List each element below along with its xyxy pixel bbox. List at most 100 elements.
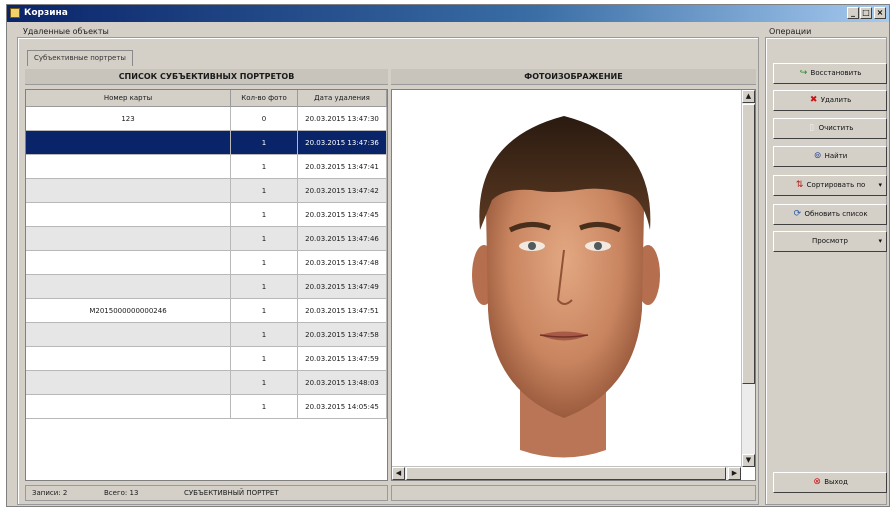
total-count: Всего: 13 xyxy=(104,489,139,497)
table-cell-card xyxy=(26,227,231,250)
table-row[interactable]: 1 20.03.2015 13:47:42 xyxy=(26,179,387,203)
column-header-card-number[interactable]: Номер карты xyxy=(26,90,231,107)
find-button[interactable]: ⊚ Найти xyxy=(773,146,887,167)
tab-subjective-portraits[interactable]: Субъективные портреты xyxy=(27,50,133,66)
table-row[interactable]: 1 20.03.2015 13:48:03 xyxy=(26,371,387,395)
operations-label: Операции xyxy=(769,27,812,36)
table-row[interactable]: 1 20.03.2015 13:47:49 xyxy=(26,275,387,299)
table-cell-count: 1 xyxy=(231,251,298,274)
refresh-list-button[interactable]: ⟳ Обновить список xyxy=(773,204,887,225)
vertical-scroll-thumb[interactable] xyxy=(742,104,755,384)
table-cell-date: 20.03.2015 13:47:41 xyxy=(298,155,387,178)
delete-button[interactable]: ✖ Удалить xyxy=(773,90,887,111)
table-row[interactable]: 1 20.03.2015 13:47:45 xyxy=(26,203,387,227)
object-type: СУБЪЕКТИВНЫЙ ПОРТРЕТ xyxy=(184,489,279,497)
table-cell-count: 1 xyxy=(231,371,298,394)
refresh-icon: ⟳ xyxy=(793,209,802,219)
table-cell-date: 20.03.2015 13:47:48 xyxy=(298,251,387,274)
view-label: Просмотр xyxy=(812,237,848,245)
scroll-left-icon[interactable]: ◀ xyxy=(392,467,405,480)
table-cell-card xyxy=(26,323,231,346)
photo-horizontal-scrollbar[interactable]: ◀ ▶ xyxy=(392,466,741,480)
records-count: Записи: 2 xyxy=(32,489,68,497)
table-cell-date: 20.03.2015 13:47:46 xyxy=(298,227,387,250)
list-panel-title: СПИСОК СУБЪЕКТИВНЫХ ПОРТРЕТОВ xyxy=(25,69,388,85)
table-cell-date: 20.03.2015 13:47:45 xyxy=(298,203,387,226)
table-cell-count: 1 xyxy=(231,131,298,154)
deleted-objects-label: Удаленные объекты xyxy=(23,27,109,36)
table-cell-count: 0 xyxy=(231,107,298,130)
table-cell-count: 1 xyxy=(231,203,298,226)
sort-button[interactable]: ⇅ Сортировать по ▾ xyxy=(773,175,887,196)
table-cell-date: 20.03.2015 13:47:36 xyxy=(298,131,387,154)
table-cell-date: 20.03.2015 13:47:51 xyxy=(298,299,387,322)
restore-label: Восстановить xyxy=(810,69,862,77)
maximize-button[interactable]: □ xyxy=(860,7,872,19)
exit-icon: ⊗ xyxy=(813,477,821,487)
minimize-button[interactable]: _ xyxy=(847,7,859,19)
clear-button[interactable]: ▯ Очистить xyxy=(773,118,887,139)
delete-label: Удалить xyxy=(820,96,852,104)
table-row[interactable]: 123 0 20.03.2015 13:47:30 xyxy=(26,107,387,131)
table-cell-count: 1 xyxy=(231,155,298,178)
exit-label: Выход xyxy=(824,478,848,486)
face-portrait-image xyxy=(472,116,660,458)
binoculars-icon: ⊚ xyxy=(813,151,822,161)
table-row[interactable]: 1 20.03.2015 13:47:48 xyxy=(26,251,387,275)
table-row[interactable]: 1 20.03.2015 13:47:41 xyxy=(26,155,387,179)
find-label: Найти xyxy=(824,152,848,160)
table-cell-count: 1 xyxy=(231,347,298,370)
table-cell-count: 1 xyxy=(231,179,298,202)
table-cell-date: 20.03.2015 13:48:03 xyxy=(298,371,387,394)
column-header-photo-count[interactable]: Кол-во фото xyxy=(231,90,298,107)
table-cell-card xyxy=(26,395,231,418)
close-button[interactable]: × xyxy=(874,7,886,19)
table-cell-card xyxy=(26,131,231,154)
view-dropdown-icon: ▾ xyxy=(878,237,882,245)
table-cell-card xyxy=(26,251,231,274)
scroll-right-icon[interactable]: ▶ xyxy=(728,467,741,480)
table-row[interactable]: М2015000000000246 1 20.03.2015 13:47:51 xyxy=(26,299,387,323)
table-row[interactable]: 1 20.03.2015 13:47:59 xyxy=(26,347,387,371)
table-cell-count: 1 xyxy=(231,395,298,418)
table-cell-card xyxy=(26,203,231,226)
photo-viewer: ▲ ▼ ◀ ▶ xyxy=(391,89,756,481)
trash-window: Корзина _ □ × Удаленные объекты Субъекти… xyxy=(6,4,890,507)
trash-app-icon xyxy=(10,8,20,18)
scroll-down-icon[interactable]: ▼ xyxy=(742,454,755,467)
view-button[interactable]: Просмотр ▾ xyxy=(773,231,887,252)
table-cell-count: 1 xyxy=(231,275,298,298)
photo-vertical-scrollbar[interactable]: ▲ ▼ xyxy=(741,90,755,467)
refresh-label: Обновить список xyxy=(804,210,868,218)
table-row[interactable]: 1 20.03.2015 13:47:36 xyxy=(26,131,387,155)
column-header-delete-date[interactable]: Дата удаления xyxy=(298,90,387,107)
restore-button[interactable]: ↪ Восстановить xyxy=(773,63,887,84)
scroll-up-icon[interactable]: ▲ xyxy=(742,90,755,103)
horizontal-scroll-thumb[interactable] xyxy=(406,467,726,480)
table-cell-count: 1 xyxy=(231,227,298,250)
table-cell-card xyxy=(26,179,231,202)
table-row[interactable]: 1 20.03.2015 13:47:46 xyxy=(26,227,387,251)
photo-status-bar xyxy=(391,485,756,501)
table-cell-card: М2015000000000246 xyxy=(26,299,231,322)
table-cell-card xyxy=(26,371,231,394)
window-title: Корзина xyxy=(24,8,68,18)
table-cell-date: 20.03.2015 13:47:58 xyxy=(298,323,387,346)
table-cell-date: 20.03.2015 13:47:42 xyxy=(298,179,387,202)
portrait-list[interactable]: Номер карты Кол-во фото Дата удаления 12… xyxy=(25,89,388,481)
table-cell-card xyxy=(26,347,231,370)
table-cell-card xyxy=(26,155,231,178)
table-row[interactable]: 1 20.03.2015 13:47:58 xyxy=(26,323,387,347)
list-status-bar: Записи: 2 Всего: 13 СУБЪЕКТИВНЫЙ ПОРТРЕТ xyxy=(25,485,388,501)
table-cell-count: 1 xyxy=(231,299,298,322)
clear-label: Очистить xyxy=(818,124,854,132)
eraser-icon: ▯ xyxy=(809,123,815,133)
green-arrow-icon: ↪ xyxy=(799,68,808,78)
table-cell-date: 20.03.2015 13:47:30 xyxy=(298,107,387,130)
table-cell-date: 20.03.2015 13:47:59 xyxy=(298,347,387,370)
red-x-icon: ✖ xyxy=(809,95,818,105)
table-cell-count: 1 xyxy=(231,323,298,346)
exit-button[interactable]: ⊗ Выход xyxy=(773,472,887,493)
table-cell-card xyxy=(26,275,231,298)
table-row[interactable]: 1 20.03.2015 14:05:45 xyxy=(26,395,387,419)
